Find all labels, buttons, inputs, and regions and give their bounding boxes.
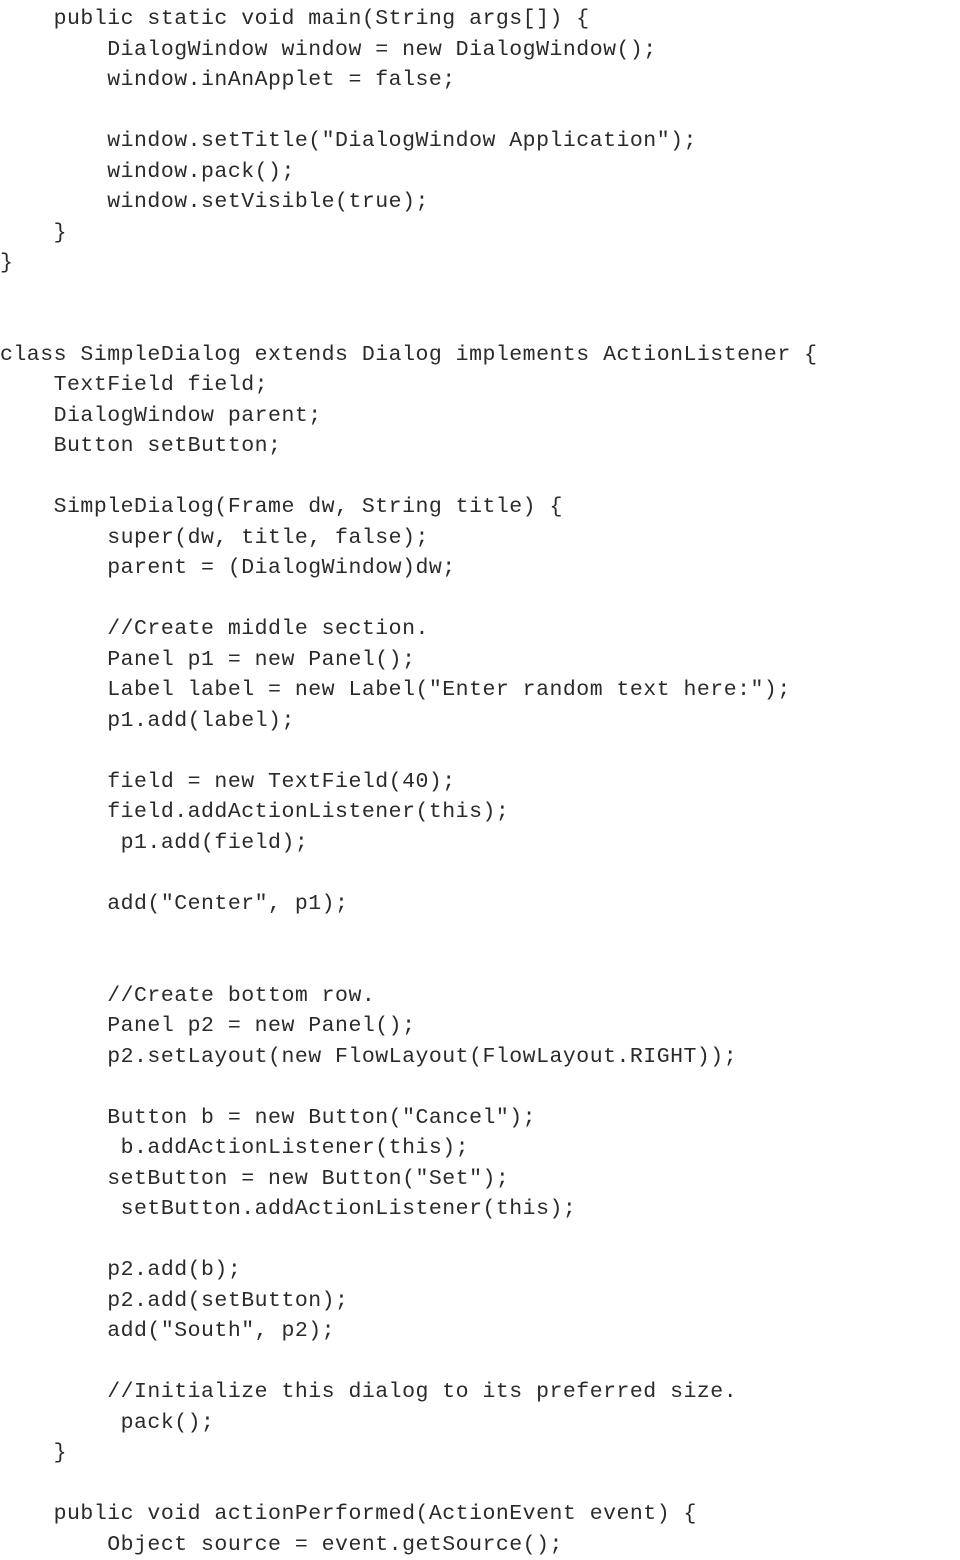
code-block: public static void main(String args[]) {… (0, 4, 960, 1560)
